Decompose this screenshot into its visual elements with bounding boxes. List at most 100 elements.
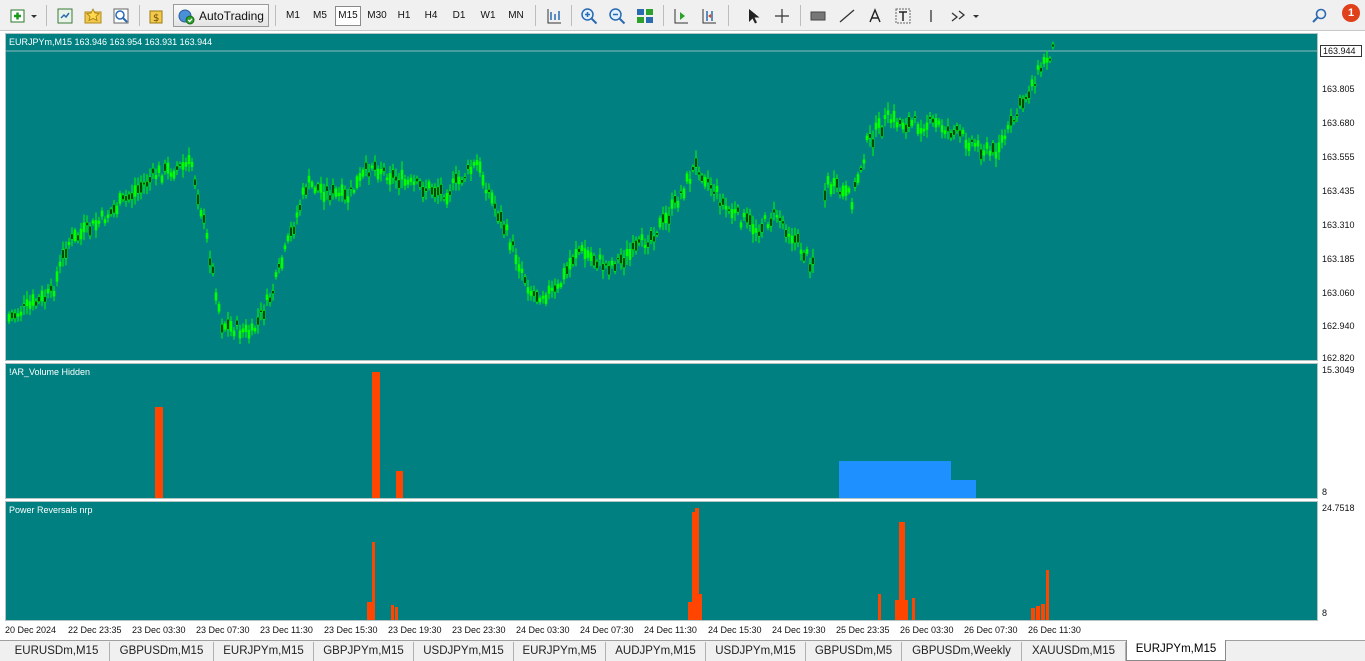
cursor-tool-button[interactable] [742,4,764,27]
candle-body [979,148,983,160]
candle-body [586,250,590,258]
tab-gbpusdm-weekly[interactable]: GBPUSDm,Weekly [902,642,1022,661]
time-axis-label: 26 Dec 11:30 [1028,625,1081,635]
toolbar: $ AutoTrading M1 M5 M15 M30 H1 H4 D1 W1 … [0,0,1365,31]
chart-shift-button[interactable] [670,4,692,27]
power-reversal-bar [391,605,394,620]
tab-usdjpym-m15-2[interactable]: USDJPYm,M15 [706,642,806,661]
chart-window: EURJPYm,M15 163.946 163.954 163.931 163.… [0,31,1365,640]
candle-body [865,135,869,141]
time-axis-label: 24 Dec 07:30 [580,625,634,635]
candle-body [85,222,89,227]
autotrading-button[interactable]: AutoTrading [173,4,269,27]
candle-body [472,162,476,166]
power-reversals-pane[interactable]: Power Reversals nrp [5,501,1318,621]
candle-body [154,175,158,180]
profiles-button[interactable] [54,4,76,27]
candle-body [70,233,74,240]
tab-gbpusdm-m5[interactable]: GBPUSDm,M5 [806,642,902,661]
candle-body [406,179,410,185]
crosshair-tool-button[interactable] [771,4,793,27]
candle-body [241,328,245,333]
power-reversal-bar [1046,570,1049,620]
vertical-line-tool-button[interactable] [920,4,942,27]
timeframe-m5-button[interactable]: M5 [308,6,332,26]
tab-eurjpym-m15-active[interactable]: EURJPYm,M15 [1126,640,1226,661]
notification-badge[interactable]: 1 [1342,4,1360,22]
tile-windows-button[interactable] [634,4,656,27]
candle-body [781,220,785,225]
candle-body [28,301,32,309]
star-folder-icon [84,7,102,23]
zoom-out-icon [609,7,626,24]
timeframe-mn-button[interactable]: MN [503,6,529,26]
candle-body [313,187,317,193]
market-watch-button[interactable]: $ [146,4,168,27]
candle-body [892,110,896,122]
candle-body [370,165,374,169]
power-reversal-bar [878,594,881,620]
tab-gbpusdm-m15[interactable]: GBPUSDm,M15 [110,642,214,661]
tab-eurjpym-m15[interactable]: EURJPYm,M15 [214,642,314,661]
trendline-tool-button[interactable] [836,4,858,27]
new-chart-icon [10,9,37,22]
candle-body [358,173,362,181]
timeframe-d1-button[interactable]: D1 [448,6,470,26]
tab-audjpym-m15[interactable]: AUDJPYm,M15 [606,642,706,661]
tab-usdjpym-m15[interactable]: USDJPYm,M15 [414,642,514,661]
candle-body [646,241,650,248]
strategy-tester-button[interactable] [110,4,132,27]
time-axis-label: 24 Dec 15:30 [708,625,762,635]
new-chart-button[interactable] [8,4,40,27]
timeframe-h1-button[interactable]: H1 [393,6,415,26]
zoom-out-button[interactable] [606,4,628,27]
candle-body [658,217,662,228]
timeframe-w1-button[interactable]: W1 [476,6,500,26]
objects-dropdown-button[interactable] [948,4,982,27]
candle-body [544,294,548,304]
tab-gbpjpym-m15[interactable]: GBPJPYm,M15 [314,642,414,661]
timeframe-m1-button[interactable]: M1 [281,6,305,26]
candle-body [961,129,965,134]
volume-hidden-pane[interactable]: !AR_Volume Hidden [5,363,1318,499]
candle-body [907,116,911,128]
timeframe-h4-button[interactable]: H4 [420,6,442,26]
candle-body [706,178,710,184]
candle-body [958,129,962,138]
candle-body [502,223,506,235]
candle-body [148,176,152,183]
candle-body [157,165,161,173]
candle-body [844,185,848,196]
candle-body [10,311,14,320]
search-button[interactable] [1309,4,1331,27]
tab-eurjpym-m5[interactable]: EURJPYm,M5 [514,642,606,661]
candle-body [583,248,587,260]
candle-body [367,171,371,178]
candle-body [1003,135,1007,140]
favorites-button[interactable] [82,4,104,27]
candle-body [490,192,494,204]
text-label-tool-button[interactable] [892,4,914,27]
tab-xauusdm-m15[interactable]: XAUUSDm,M15 [1022,642,1126,661]
price-pane[interactable]: EURJPYm,M15 163.946 163.954 163.931 163.… [5,33,1318,361]
candle-body [343,189,347,201]
auto-scroll-button[interactable] [698,4,720,27]
indicators-button[interactable] [543,4,565,27]
volume-hidden-histogram [155,372,976,498]
candle-body [292,226,296,235]
tab-eurusdm-m15[interactable]: EURUSDm,M15 [4,642,110,661]
timeframe-m15-button[interactable]: M15 [335,6,361,26]
candle-body [181,162,185,170]
timeframe-m30-button[interactable]: M30 [364,6,390,26]
zoom-in-button[interactable] [578,4,600,27]
text-tool-button[interactable] [864,4,886,27]
rectangle-tool-button[interactable] [807,4,829,27]
candle-body [601,263,605,271]
terminal-window: $ AutoTrading M1 M5 M15 M30 H1 H4 D1 W1 … [0,0,1365,661]
candle-body [16,313,20,317]
candle-body [862,159,866,164]
autotrading-icon [178,9,195,24]
candle-body [169,172,173,177]
candle-body [97,220,101,224]
candle-body [175,165,179,171]
